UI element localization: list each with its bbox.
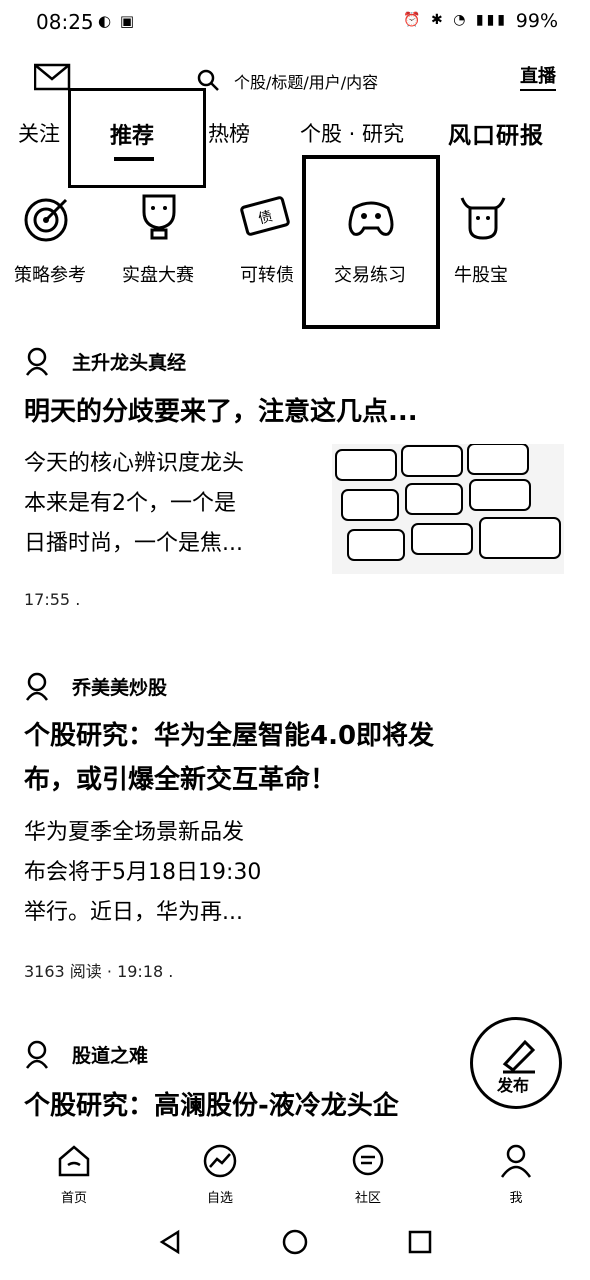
nav-community-label: 社区 [354, 1191, 381, 1206]
system-status-icons: ⏰ ✱ ◔ ▮▮▮ [403, 12, 508, 28]
user-icon [500, 1144, 532, 1178]
title-line: 布，或引爆全新交互革命！ [24, 765, 337, 795]
article-thumbnail[interactable] [332, 444, 564, 574]
nav-home[interactable]: 首页 [34, 1143, 114, 1206]
summary-line: 华为夏季全场景新品发 [24, 820, 245, 845]
nav-home-label: 首页 [60, 1191, 87, 1206]
tab-hot[interactable]: 热榜 [208, 118, 250, 148]
search-input[interactable]: 个股/标题/用户/内容 [234, 69, 378, 93]
home-icon [58, 1145, 90, 1177]
recents-icon[interactable] [406, 1228, 434, 1256]
mail-icon[interactable] [34, 62, 72, 92]
summary-line: 本来是有2个，一个是 [24, 491, 236, 516]
article-title[interactable]: 明天的分歧要来了，注意这几点... [24, 390, 418, 434]
author-name[interactable]: 乔美美炒股 [72, 673, 167, 700]
status-bar: 08:25 ◐ ▣ ⏰ ✱ ◔ ▮▮▮ 99% [0, 0, 590, 44]
title-line: 个股研究：华为全屋智能4.0即将发 [24, 721, 435, 751]
quick-label-bond[interactable]: 可转债 [240, 261, 294, 287]
summary-line: 举行。近日，华为再... [24, 900, 243, 925]
quick-label-contest[interactable]: 实盘大赛 [122, 261, 194, 287]
avatar[interactable] [22, 1038, 52, 1070]
author-name[interactable]: 主升龙头真经 [72, 348, 186, 375]
live-button[interactable]: 直播 [520, 65, 556, 91]
target-icon[interactable] [20, 190, 74, 244]
notification-icons: ◐ ▣ [98, 12, 137, 30]
quick-highlight-box [302, 155, 440, 329]
ticket-icon[interactable]: 债 [238, 190, 292, 244]
article-meta: 17:55 . [24, 590, 81, 609]
tab-highlight-box [68, 88, 206, 188]
trophy-icon[interactable] [132, 190, 186, 244]
summary-line: 布会将于5月18日19:30 [24, 860, 262, 885]
author-name[interactable]: 股道之难 [72, 1041, 148, 1068]
chat-icon [352, 1144, 384, 1176]
quick-label-strategy[interactable]: 策略参考 [14, 261, 86, 287]
edit-icon [502, 1039, 536, 1074]
summary-line: 今天的核心辨识度龙头 [24, 451, 245, 476]
tab-fengkou-report[interactable]: 风口研报 [448, 116, 544, 150]
summary-line: 日播时尚，一个是焦... [24, 531, 243, 556]
status-time: 08:25 [36, 10, 94, 34]
article-summary[interactable]: 今天的核心辨识度龙头 本来是有2个，一个是 日播时尚，一个是焦... [24, 444, 314, 564]
battery-percent: 99% [515, 10, 558, 32]
tab-follow[interactable]: 关注 [18, 118, 60, 148]
trend-icon [203, 1144, 237, 1178]
article-meta: 3163 阅读 · 19:18 . [24, 962, 174, 981]
svg-text:债: 债 [257, 208, 275, 227]
avatar[interactable] [22, 345, 52, 377]
nav-watchlist[interactable]: 自选 [180, 1143, 260, 1206]
home-circle-icon[interactable] [281, 1228, 309, 1256]
article-summary[interactable]: 华为夏季全场景新品发 布会将于5月18日19:30 举行。近日，华为再... [24, 813, 354, 933]
tab-stock-research[interactable]: 个股 · 研究 [300, 118, 404, 148]
bull-icon[interactable] [456, 190, 510, 244]
article-title[interactable]: 个股研究：高澜股份-液冷龙头企 [24, 1084, 399, 1128]
nav-me-label: 我 [509, 1191, 523, 1206]
quick-label-bull[interactable]: 牛股宝 [454, 261, 508, 287]
avatar[interactable] [22, 670, 52, 702]
quick-label-practice[interactable]: 交易练习 [334, 261, 406, 287]
nav-watchlist-label: 自选 [206, 1191, 233, 1206]
nav-me[interactable]: 我 [476, 1143, 556, 1206]
publish-label[interactable]: 发布 [497, 1072, 529, 1096]
nav-community[interactable]: 社区 [328, 1143, 408, 1206]
back-icon[interactable] [156, 1228, 184, 1256]
article-title[interactable]: 个股研究：华为全屋智能4.0即将发 布，或引爆全新交互革命！ [24, 714, 574, 802]
